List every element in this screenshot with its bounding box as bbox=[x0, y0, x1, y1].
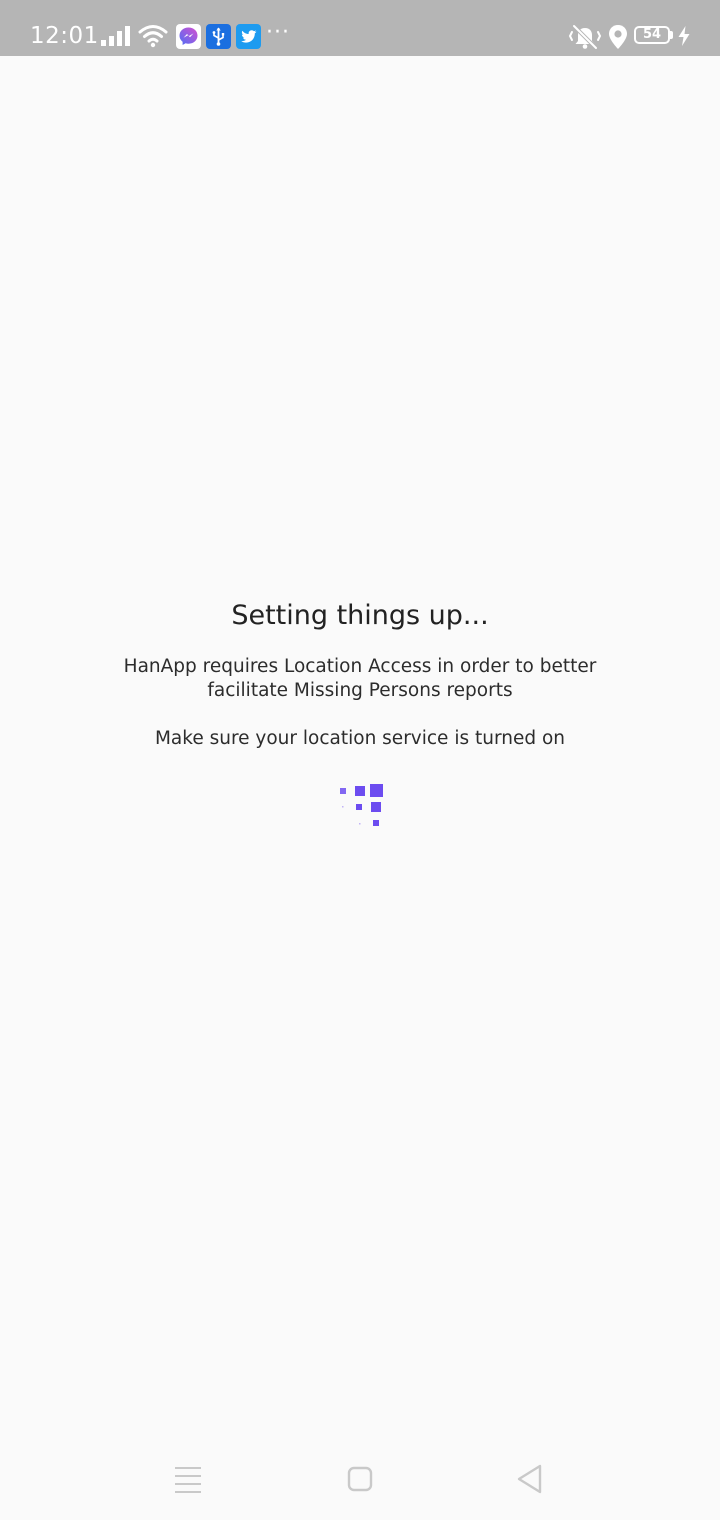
signal-icon bbox=[101, 26, 130, 46]
more-dots-icon: ··· bbox=[266, 20, 290, 45]
status-time: 12:01 bbox=[30, 23, 99, 49]
location-access-message: HanApp requires Location Access in order… bbox=[123, 656, 597, 701]
setup-screen: Setting things up... HanApp requires Loc… bbox=[0, 56, 720, 1456]
twitter-icon bbox=[236, 24, 261, 49]
charging-icon bbox=[678, 26, 690, 46]
back-icon[interactable] bbox=[508, 1462, 552, 1498]
usb-icon bbox=[206, 24, 231, 49]
navigation-bar bbox=[0, 1440, 720, 1520]
wifi-icon bbox=[138, 25, 168, 48]
battery-tip bbox=[670, 31, 673, 39]
loading-squares-icon bbox=[340, 784, 383, 826]
status-bar: 12:01 ··· 54 bbox=[0, 0, 720, 56]
messenger-icon bbox=[176, 24, 201, 49]
location-service-hint: Make sure your location service is turne… bbox=[154, 728, 566, 749]
menu-icon[interactable] bbox=[166, 1462, 210, 1498]
battery-icon: 54 bbox=[634, 26, 670, 44]
page-title: Setting things up... bbox=[231, 600, 489, 631]
battery-level: 54 bbox=[642, 27, 662, 42]
location-icon bbox=[609, 25, 627, 49]
vibrate-icon bbox=[568, 24, 602, 50]
home-icon[interactable] bbox=[338, 1462, 382, 1498]
